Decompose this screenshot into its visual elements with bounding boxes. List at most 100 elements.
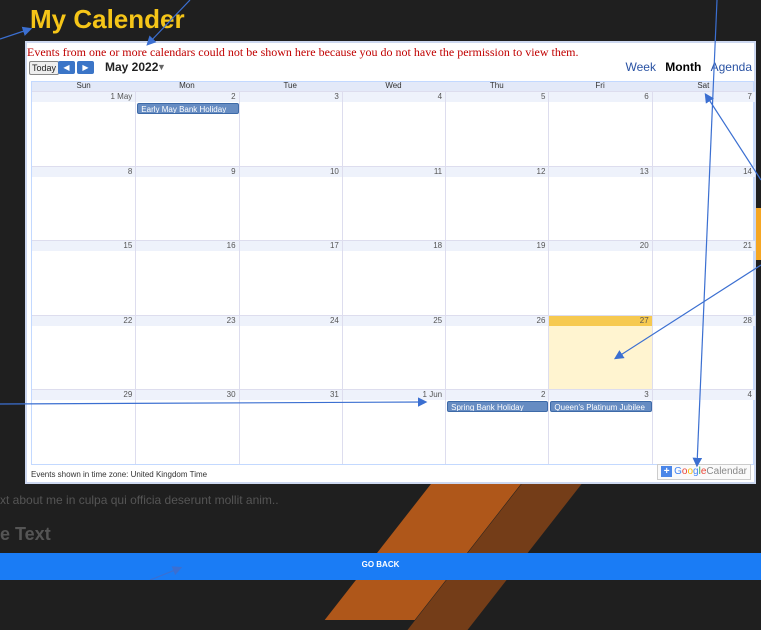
event-chip[interactable]: Spring Bank Holiday	[447, 401, 549, 413]
about-text: xt about me in culpa qui officia deserun…	[0, 493, 279, 507]
day-number: 2	[446, 390, 549, 401]
day-cell[interactable]: 5	[445, 92, 549, 166]
day-cell[interactable]: 30	[135, 390, 239, 464]
day-cell[interactable]: 19	[445, 241, 549, 315]
section-heading: e Text	[0, 524, 51, 544]
day-cell[interactable]: 3 Queen's Platinum Jubilee	[548, 390, 652, 464]
plus-icon: +	[661, 466, 673, 477]
event-chip[interactable]: Queen's Platinum Jubilee	[550, 401, 652, 413]
day-cell[interactable]: 25	[341, 315, 446, 390]
weekday-label: Thu	[489, 81, 504, 90]
day-number: 1 May	[32, 92, 136, 102]
day-number: 15	[32, 241, 136, 252]
day-number: 20	[549, 241, 652, 252]
weekday-label: Tue	[283, 81, 297, 90]
tab-agenda[interactable]: Agenda	[711, 60, 752, 74]
day-cell[interactable]: 13	[548, 166, 652, 241]
day-cell[interactable]: 1 May	[32, 92, 136, 166]
month-label[interactable]: May 2022	[105, 60, 158, 74]
month-grid: Sun Mon Tue Wed Thu Fri Sat 1 May 2 Early May Ba…	[31, 81, 755, 465]
day-cell[interactable]: 9	[135, 166, 239, 241]
event-chip[interactable]: Early May Bank Holiday	[137, 103, 239, 114]
day-number: 2	[136, 92, 239, 102]
google-calendar-badge[interactable]: + GoogleCalendar	[657, 464, 751, 480]
day-number: 11	[342, 166, 446, 177]
day-cell[interactable]: 28	[651, 315, 755, 390]
day-cell[interactable]: 1 Jun	[341, 390, 446, 464]
day-cell[interactable]: 7	[651, 92, 755, 166]
tab-week[interactable]: Week	[625, 60, 655, 74]
day-cell[interactable]: 27	[548, 315, 652, 390]
day-cell[interactable]: 11	[341, 166, 446, 241]
day-number: 24	[239, 315, 342, 326]
weekday-header: Sun Mon Tue Wed Thu Fri Sat	[32, 81, 753, 91]
day-number: 16	[136, 241, 239, 252]
day-cell[interactable]: 6	[548, 92, 652, 166]
day-cell[interactable]: 29	[32, 390, 136, 464]
caret-down-icon[interactable]: ▼	[157, 62, 166, 72]
weekday-label: Wed	[385, 81, 402, 90]
day-cell[interactable]: 3	[238, 92, 342, 166]
day-number: 13	[549, 166, 652, 177]
week-row: 8 9 10 11 12 13 14	[32, 165, 755, 241]
day-number: 18	[342, 241, 446, 252]
next-month-button[interactable]: ▶	[77, 61, 94, 74]
annotation-arrow	[0, 26, 33, 40]
day-cell[interactable]: 14	[651, 166, 755, 241]
tab-month[interactable]: Month	[665, 60, 701, 74]
day-cell[interactable]: 22	[32, 315, 136, 390]
day-number: 21	[652, 241, 755, 252]
day-number: 29	[32, 390, 136, 401]
day-number: 3	[549, 390, 652, 401]
week-row: 22 23 24 25 26 27 28	[32, 314, 755, 390]
page-title: My Calender	[30, 4, 185, 34]
prev-month-button[interactable]: ◀	[58, 61, 75, 74]
day-cell[interactable]: 31	[238, 390, 342, 464]
day-cell[interactable]: 23	[135, 315, 239, 390]
day-number: 6	[549, 92, 652, 102]
day-cell[interactable]: 16	[135, 241, 239, 315]
day-number: 31	[239, 390, 342, 401]
day-cell[interactable]: 2 Early May Bank Holiday	[135, 92, 239, 166]
day-cell[interactable]: 18	[341, 241, 446, 315]
day-cell[interactable]: 24	[238, 315, 342, 390]
day-number: 4	[342, 92, 446, 102]
day-number: 19	[446, 241, 549, 252]
day-number: 5	[446, 92, 549, 102]
weekday-label: Mon	[179, 81, 195, 90]
day-cell[interactable]: 20	[548, 241, 652, 315]
google-calendar-label: Calendar	[706, 466, 747, 477]
weekday-label: Sun	[76, 81, 91, 90]
week-row: 15 16 17 18 19 20 21	[32, 240, 755, 315]
side-tab[interactable]	[756, 208, 761, 260]
day-number: 22	[32, 315, 136, 326]
day-number: 30	[136, 390, 239, 401]
day-cell[interactable]: 15	[32, 241, 136, 315]
weekday-label: Fri	[595, 81, 605, 90]
day-cell[interactable]: 2 Spring Bank Holiday	[445, 390, 549, 464]
day-cell[interactable]: 26	[445, 315, 549, 390]
day-cell[interactable]: 4	[651, 390, 755, 464]
go-back-button[interactable]: GO BACK	[0, 553, 761, 580]
day-cell[interactable]: 8	[32, 166, 136, 241]
day-number: 23	[136, 315, 239, 326]
day-number: 3	[239, 92, 342, 102]
today-button[interactable]: Today	[29, 61, 60, 75]
day-cell[interactable]: 10	[238, 166, 342, 241]
day-number: 10	[239, 166, 342, 177]
day-number: 8	[32, 166, 136, 177]
day-cell[interactable]: 4	[341, 92, 446, 166]
chevron-left-icon: ◀	[63, 63, 70, 72]
day-number: 17	[239, 241, 342, 252]
day-number: 14	[652, 166, 755, 177]
day-number: 25	[342, 315, 446, 326]
day-cell[interactable]: 12	[445, 166, 549, 241]
permission-notice: Events from one or more calendars could …	[27, 45, 579, 59]
day-cell[interactable]: 21	[651, 241, 755, 315]
day-cell[interactable]: 17	[238, 241, 342, 315]
day-number: 7	[652, 92, 755, 102]
day-number: 26	[446, 315, 549, 326]
day-number: 1 Jun	[342, 390, 446, 401]
week-row: 29 30 31 1 Jun 2 Spring Bank Holiday 3 Queen's …	[32, 389, 755, 464]
embedded-calendar: Events from one or more calendars could …	[25, 41, 756, 484]
